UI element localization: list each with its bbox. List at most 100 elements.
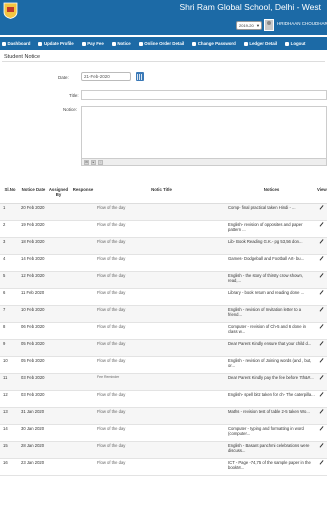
editor-preview-button[interactable]: ▸ <box>91 160 96 165</box>
notice-icon <box>111 41 116 46</box>
notice-label: Notice: <box>63 107 78 112</box>
pencil-icon[interactable] <box>319 273 324 278</box>
row-response <box>70 271 96 289</box>
session-year-select[interactable]: 2019-20 ▼ <box>236 21 262 30</box>
pencil-icon[interactable] <box>319 222 324 227</box>
header-bar: Shri Ram Global School, Delhi - West 201… <box>0 0 327 35</box>
row-view-cell <box>316 254 327 272</box>
row-view-cell <box>316 407 327 425</box>
main-nav: Dashboard Update Profile Pay Fee Notice … <box>0 37 327 50</box>
pencil-icon[interactable] <box>319 324 324 329</box>
row-assigned-by <box>47 271 70 289</box>
date-field[interactable]: 21-Feb-2020 <box>81 72 131 81</box>
nav-label: Dashboard <box>7 41 31 46</box>
title-label: Title: <box>69 93 79 98</box>
editor-html-button[interactable]: ◦ <box>98 160 103 165</box>
pencil-icon[interactable] <box>319 358 324 363</box>
row-view-cell <box>316 339 327 357</box>
row-response <box>70 203 96 221</box>
pencil-icon[interactable] <box>319 392 324 397</box>
user-name[interactable]: HRIDHAAN CHOUDHARY <box>277 21 327 26</box>
pencil-icon[interactable] <box>319 239 324 244</box>
column-header[interactable]: Notice Date <box>20 186 47 204</box>
nav-label: Online Order Detail <box>144 41 185 46</box>
pencil-icon[interactable] <box>319 443 324 448</box>
column-header[interactable]: Sl.No <box>0 186 20 204</box>
row-response <box>70 424 96 442</box>
table-row: 16 23 Jan 2020 Flow of the day ICT - Page -… <box>0 458 327 476</box>
row-notice-title: Flow of the day <box>96 458 227 476</box>
nav-pay-fee[interactable]: Pay Fee <box>81 41 104 46</box>
row-notice-date: 05 Feb 2020 <box>20 356 47 374</box>
row-assigned-by <box>47 254 70 272</box>
column-header[interactable]: Response <box>70 186 96 204</box>
row-assigned-by <box>47 322 70 340</box>
row-notice-text: Computer - revision of Ch-5 and 6 done i… <box>227 322 316 340</box>
pencil-icon[interactable] <box>319 290 324 295</box>
row-notice-text: English - revision of Joining words (and… <box>227 356 316 374</box>
title-field[interactable] <box>81 90 327 100</box>
row-response <box>70 458 96 476</box>
table-row: 5 12 Feb 2020 Flow of the day English - the… <box>0 271 327 289</box>
row-assigned-by <box>47 305 70 323</box>
editor-source-button[interactable]: ◘ <box>84 160 89 165</box>
row-notice-date: 30 Jan 2020 <box>20 424 47 442</box>
row-view-cell <box>316 203 327 221</box>
row-response <box>70 373 96 391</box>
table-header-row: Sl.No Notice Date Assigned By Response N… <box>0 186 327 204</box>
pencil-icon[interactable] <box>319 307 324 312</box>
nav-label: Change Password <box>197 41 236 46</box>
calendar-icon[interactable] <box>136 72 144 81</box>
table-row: 1 20 Feb 2020 Flow of the day Comp- final p… <box>0 203 327 221</box>
table-row: 15 28 Jan 2020 Flow of the day English - Ba… <box>0 441 327 459</box>
nav-notice[interactable]: Notice <box>111 41 131 46</box>
pencil-icon[interactable] <box>319 341 324 346</box>
row-sr-no: 13 <box>0 407 20 425</box>
notice-editor[interactable] <box>81 106 327 166</box>
nav-logout[interactable]: Logout <box>285 41 306 46</box>
table-row: 4 14 Feb 2020 Flow of the day Games- Dodgeb… <box>0 254 327 272</box>
row-notice-title: Flow of the day <box>96 441 227 459</box>
session-year-value: 2019-20 <box>239 23 254 28</box>
row-notice-date: 10 Feb 2020 <box>20 305 47 323</box>
row-notice-date: 20 Feb 2020 <box>20 203 47 221</box>
notice-table: Sl.No Notice Date Assigned By Response N… <box>0 186 327 476</box>
row-notice-text: English- spell bitz taken for ch- The ca… <box>227 390 316 408</box>
row-response <box>70 407 96 425</box>
row-view-cell <box>316 390 327 408</box>
column-header[interactable]: Notices <box>227 186 316 204</box>
row-sr-no: 10 <box>0 356 20 374</box>
pencil-icon[interactable] <box>319 460 324 465</box>
row-notice-date: 12 Feb 2020 <box>20 271 47 289</box>
pencil-icon[interactable] <box>319 205 324 210</box>
row-view-cell <box>316 356 327 374</box>
column-header[interactable]: Assigned By <box>47 186 70 204</box>
dashboard-icon <box>2 41 6 46</box>
nav-change-password[interactable]: Change Password <box>192 41 236 46</box>
nav-ledger-detail[interactable]: Ledger Detail <box>243 41 277 46</box>
pencil-icon[interactable] <box>319 375 324 380</box>
table-row: 13 31 Jan 2020 Flow of the day Maths - revi… <box>0 407 327 425</box>
row-notice-title: Flow of the day <box>96 254 227 272</box>
row-sr-no: 3 <box>0 237 20 255</box>
nav-dashboard[interactable]: Dashboard <box>2 41 30 46</box>
row-notice-text: Games- Dodgeball and Football Art- bu... <box>227 254 316 272</box>
row-sr-no: 12 <box>0 390 20 408</box>
pencil-icon[interactable] <box>319 426 324 431</box>
row-view-cell <box>316 288 327 306</box>
nav-update-profile[interactable]: Update Profile <box>38 41 74 46</box>
row-sr-no: 14 <box>0 424 20 442</box>
row-sr-no: 9 <box>0 339 20 357</box>
nav-online-order-detail[interactable]: Online Order Detail <box>138 41 185 46</box>
pencil-icon[interactable] <box>319 256 324 261</box>
column-header[interactable]: Notic Title <box>96 186 227 204</box>
table-row: 12 03 Feb 2020 Flow of the day English- spe… <box>0 390 327 408</box>
row-notice-text: Library - book return and reading done .… <box>227 288 316 306</box>
column-header[interactable]: View <box>316 186 327 204</box>
logout-icon <box>285 41 290 46</box>
avatar[interactable] <box>264 19 274 31</box>
row-notice-title: Flow of the day <box>96 203 227 221</box>
row-notice-title: Flow of the day <box>96 322 227 340</box>
pencil-icon[interactable] <box>319 409 324 414</box>
table-row: 2 19 Feb 2020 Flow of the day English- revi… <box>0 220 327 238</box>
